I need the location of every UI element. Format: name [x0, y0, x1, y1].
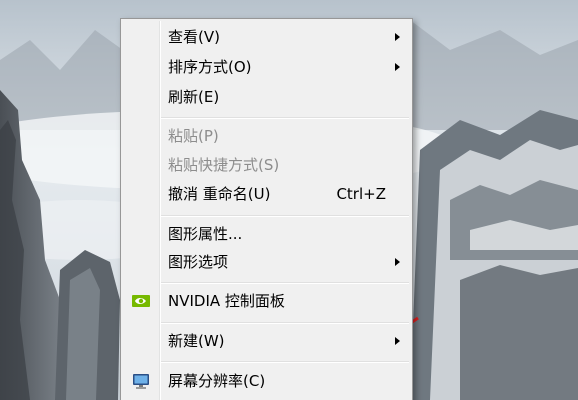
menu-item-nvidia-control-panel[interactable]: NVIDIA 控制面板 — [123, 286, 410, 316]
menu-item-graphics-properties[interactable]: 图形属性... — [123, 219, 410, 249]
menu-item-graphics-options[interactable]: 图形选项 — [123, 247, 410, 277]
menu-item-new[interactable]: 新建(W) — [123, 326, 410, 356]
menu-separator — [161, 361, 409, 363]
menu-item-label: 图形属性... — [168, 225, 243, 243]
desktop[interactable]: 查看(V) 排序方式(O) 刷新(E) 粘贴(P) 粘贴快捷方式(S) 撤消 重… — [0, 0, 578, 400]
menu-item-label: 新建(W) — [168, 332, 225, 350]
menu-item-sort-by[interactable]: 排序方式(O) — [123, 52, 410, 82]
menu-item-label: 排序方式(O) — [168, 58, 252, 76]
menu-item-view[interactable]: 查看(V) — [123, 22, 410, 52]
desktop-context-menu: 查看(V) 排序方式(O) 刷新(E) 粘贴(P) 粘贴快捷方式(S) 撤消 重… — [120, 18, 413, 400]
submenu-arrow-icon — [395, 258, 400, 266]
menu-separator — [161, 282, 409, 284]
menu-item-paste[interactable]: 粘贴(P) — [123, 121, 410, 151]
menu-item-label: 粘贴快捷方式(S) — [168, 156, 280, 174]
menu-item-refresh[interactable]: 刷新(E) — [123, 82, 410, 112]
menu-item-label: NVIDIA 控制面板 — [168, 292, 285, 310]
menu-item-undo-rename[interactable]: 撤消 重命名(U) Ctrl+Z — [123, 179, 410, 209]
nvidia-icon — [132, 295, 150, 307]
submenu-arrow-icon — [395, 63, 400, 71]
menu-item-shortcut: Ctrl+Z — [336, 185, 386, 203]
menu-item-label: 刷新(E) — [168, 88, 220, 106]
menu-item-label: 屏幕分辨率(C) — [168, 372, 266, 390]
menu-item-label: 查看(V) — [168, 28, 220, 46]
menu-separator — [161, 117, 409, 119]
menu-item-label: 粘贴(P) — [168, 127, 219, 145]
submenu-arrow-icon — [395, 33, 400, 41]
submenu-arrow-icon — [395, 337, 400, 345]
menu-item-paste-shortcut[interactable]: 粘贴快捷方式(S) — [123, 150, 410, 180]
menu-separator — [161, 322, 409, 324]
menu-item-label: 撤消 重命名(U) — [168, 185, 271, 203]
menu-item-screen-resolution[interactable]: 屏幕分辨率(C) — [123, 366, 410, 396]
menu-separator — [161, 215, 409, 217]
menu-item-label: 图形选项 — [168, 253, 229, 271]
monitor-icon — [133, 374, 149, 389]
